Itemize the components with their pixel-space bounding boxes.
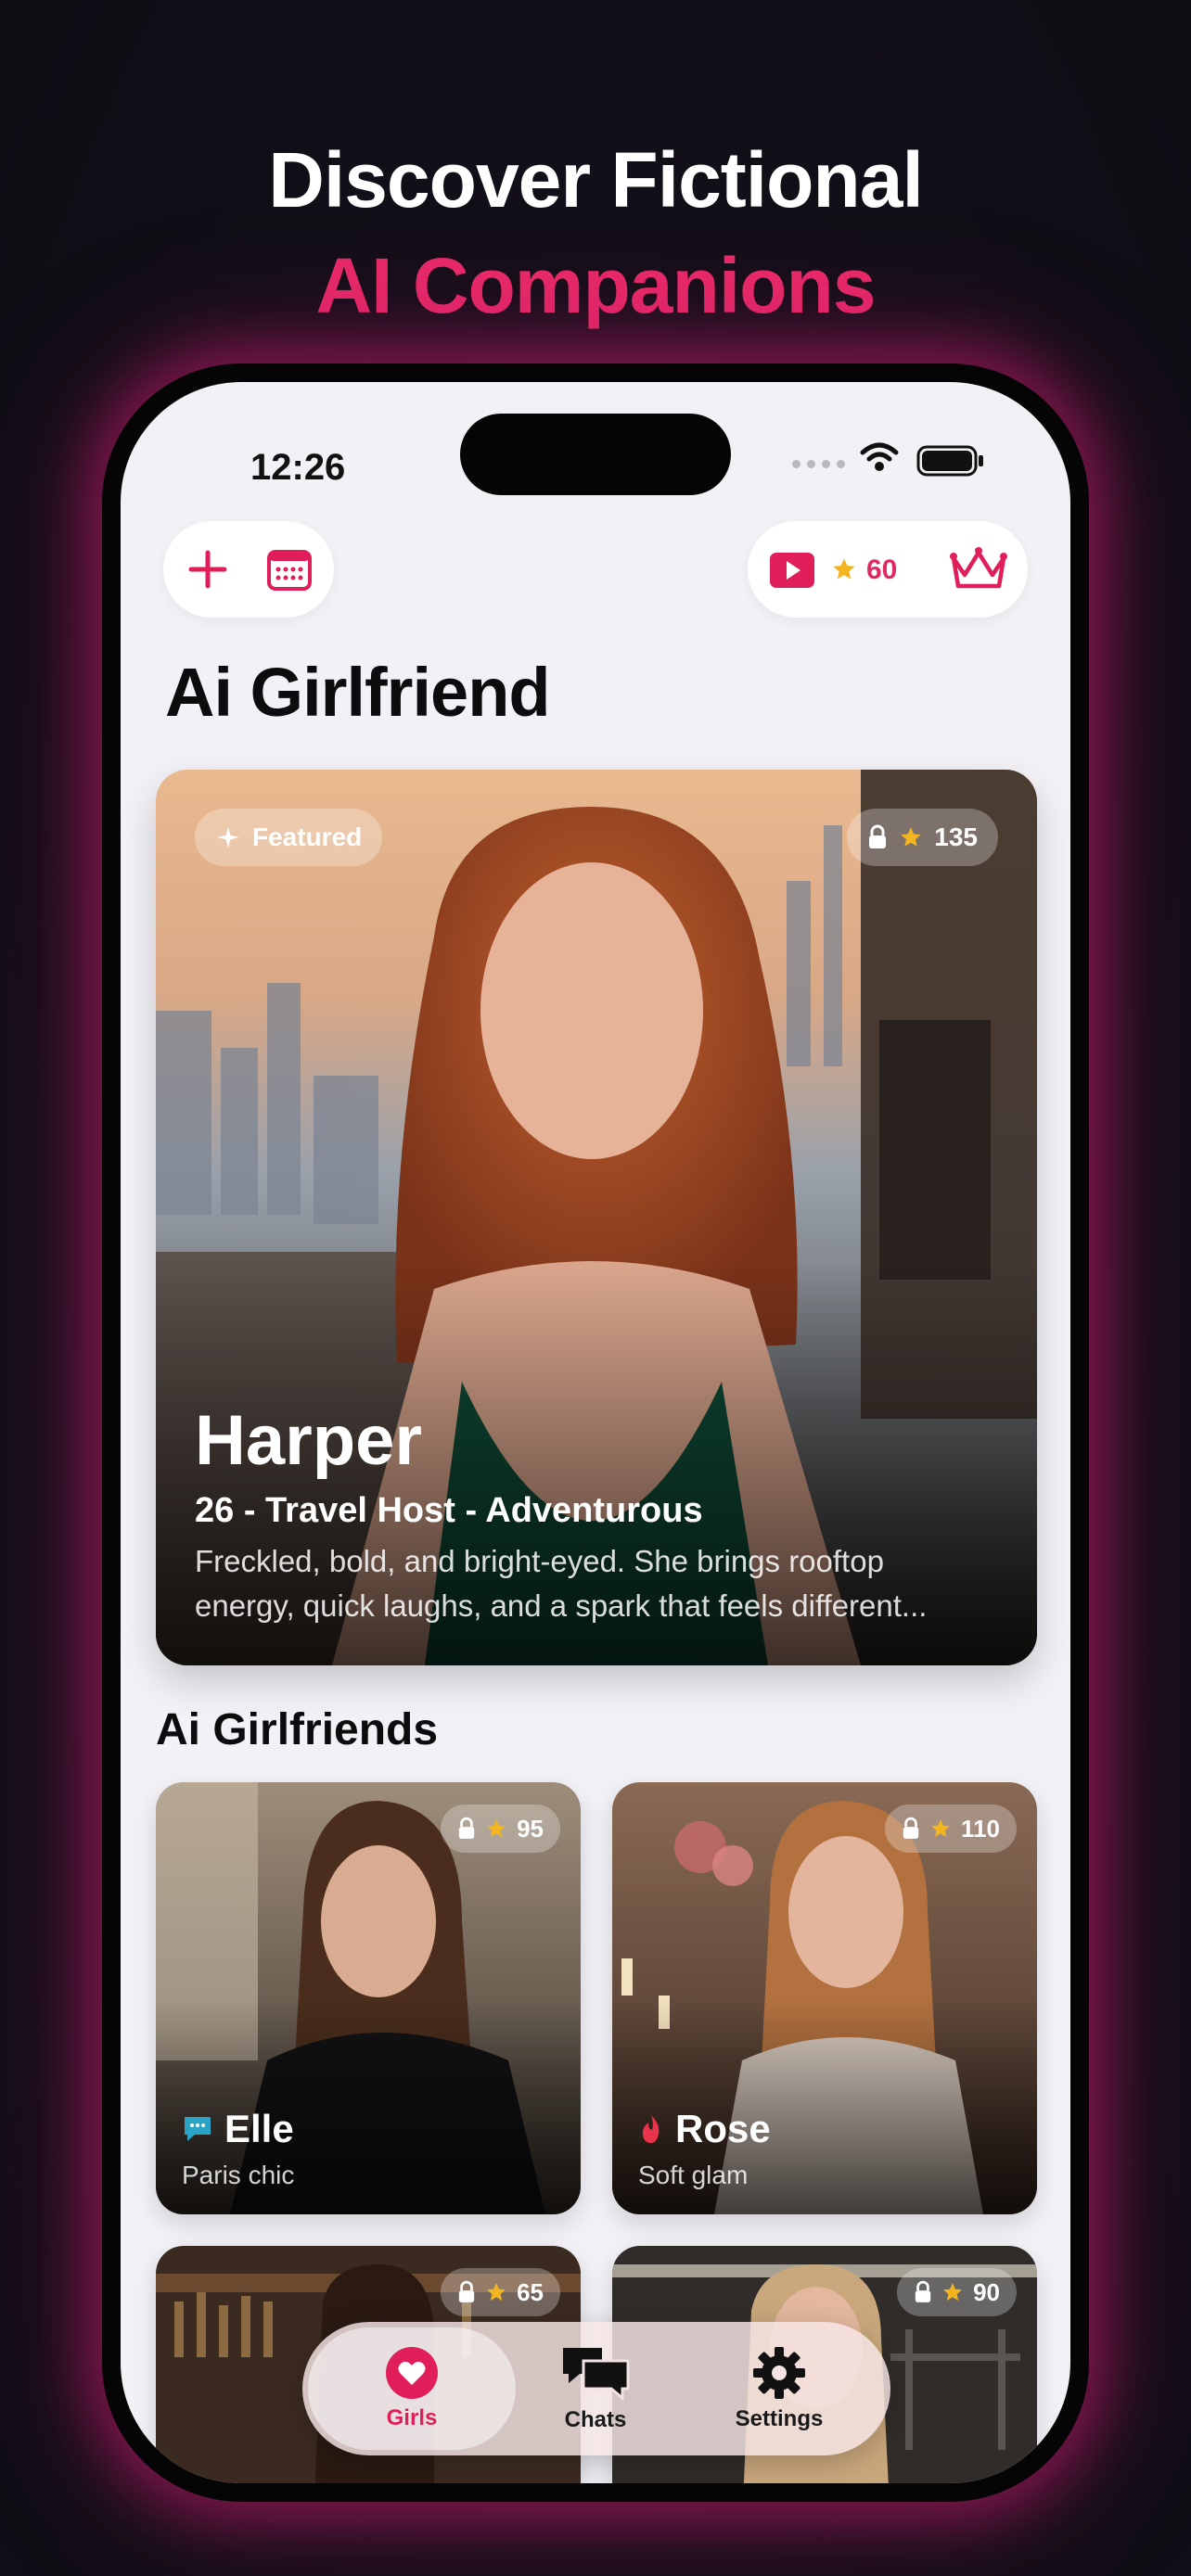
- status-time: 12:26: [250, 447, 346, 488]
- video-ad-icon[interactable]: [770, 553, 814, 588]
- companion-card-rose[interactable]: 110 Rose Soft glam: [612, 1782, 1037, 2214]
- star-icon: [931, 1819, 951, 1837]
- tab-label: Chats: [564, 2407, 627, 2432]
- featured-description: Freckled, bold, and bright-eyed. She bri…: [195, 1539, 1011, 1628]
- phone-frame: 12:26 60 Ai Girlfriend Featured 135 Harp…: [102, 363, 1089, 2502]
- featured-meta: 26 - Travel Host - Adventurous: [195, 1491, 703, 1530]
- battery-icon: [916, 445, 983, 477]
- signal-icon: [792, 460, 845, 468]
- flame-icon: [642, 2115, 660, 2143]
- card-name: Elle: [224, 2107, 294, 2150]
- coins-pill[interactable]: 60: [748, 521, 1028, 618]
- featured-name: Harper: [195, 1401, 422, 1480]
- featured-description-line-2: energy, quick laughs, and a spark that f…: [195, 1588, 928, 1623]
- card-price: 110: [961, 1814, 1000, 1843]
- plus-icon: [188, 550, 227, 589]
- heart-icon: [386, 2347, 438, 2399]
- add-button[interactable]: [180, 542, 236, 597]
- featured-price-badge: 135: [847, 809, 998, 866]
- phone-screen: 12:26 60 Ai Girlfriend Featured 135 Harp…: [121, 382, 1070, 2483]
- card-price: 95: [517, 1814, 544, 1843]
- chat-bubble-icon: [185, 2117, 211, 2141]
- chats-icon: [563, 2348, 630, 2402]
- lock-icon: [869, 824, 887, 848]
- lock-icon: [903, 1817, 919, 1839]
- star-icon: [487, 1819, 506, 1837]
- tab-girls[interactable]: Girls: [319, 2322, 505, 2455]
- card-price-badge: 65: [441, 2268, 560, 2316]
- lock-icon: [915, 2280, 931, 2302]
- star-icon: [943, 2283, 963, 2301]
- featured-photo: [156, 770, 1037, 1665]
- dynamic-island: [460, 414, 731, 495]
- card-price-badge: 90: [897, 2268, 1017, 2316]
- coin-balance: 60: [866, 555, 898, 585]
- sparkle-icon: [217, 826, 239, 848]
- card-price: 90: [973, 2277, 1000, 2306]
- calendar-icon: [267, 550, 312, 591]
- headline-line-2: AI Companions: [315, 242, 876, 329]
- tab-chats[interactable]: Chats: [503, 2322, 688, 2455]
- card-subtitle: Paris chic: [182, 2161, 295, 2189]
- card-name: Rose: [675, 2107, 771, 2150]
- page-title: Ai Girlfriend: [165, 654, 551, 731]
- left-actions-pill: [163, 521, 334, 618]
- tab-settings[interactable]: Settings: [686, 2322, 872, 2455]
- featured-description-line-1: Freckled, bold, and bright-eyed. She bri…: [195, 1544, 884, 1578]
- card-price-badge: 95: [441, 1804, 560, 1853]
- star-icon: [487, 2283, 506, 2301]
- card-subtitle: Soft glam: [638, 2161, 749, 2189]
- tab-label: Girls: [386, 2405, 438, 2430]
- gear-icon: [753, 2347, 805, 2399]
- section-title: Ai Girlfriends: [156, 1705, 439, 1754]
- card-name-row: Rose: [638, 2107, 771, 2151]
- lock-icon: [458, 2280, 475, 2302]
- card-price-badge: 110: [885, 1804, 1017, 1853]
- featured-badge: Featured: [195, 809, 383, 866]
- calendar-button[interactable]: [262, 542, 317, 597]
- companion-card-elle[interactable]: 95 Elle Paris chic: [156, 1782, 581, 2214]
- featured-badge-label: Featured: [252, 823, 363, 851]
- star-icon: [901, 827, 922, 847]
- star-icon: [833, 558, 855, 580]
- card-price: 65: [517, 2277, 544, 2306]
- wifi-icon: [860, 442, 899, 471]
- headline-line-1: Discover Fictional: [268, 136, 924, 223]
- lock-icon: [458, 1817, 475, 1839]
- tab-label: Settings: [735, 2406, 824, 2431]
- featured-price: 135: [934, 823, 978, 851]
- crown-icon[interactable]: [948, 545, 1009, 593]
- featured-card[interactable]: Featured 135 Harper 26 - Travel Host - A…: [156, 770, 1037, 1665]
- card-name-row: Elle: [182, 2107, 294, 2151]
- tab-bar: Girls Chats Settings: [302, 2322, 890, 2455]
